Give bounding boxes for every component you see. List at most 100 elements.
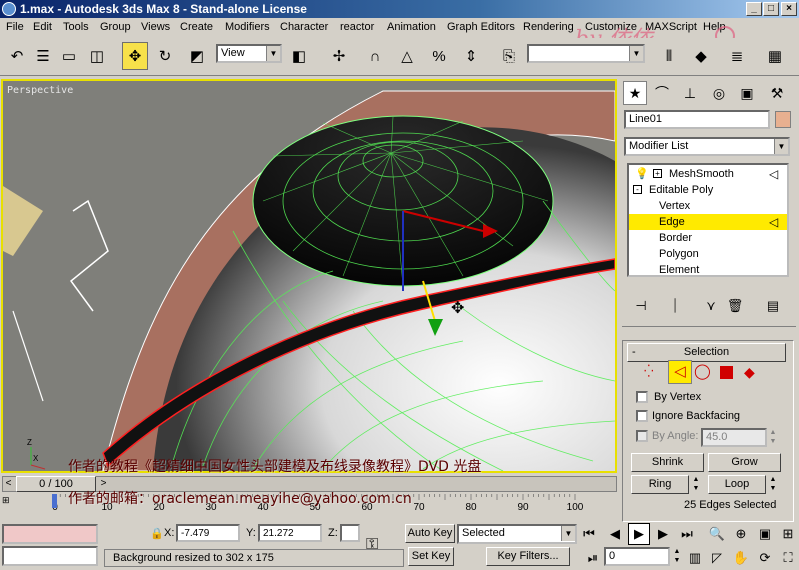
modify-tab-icon[interactable]: ⌒ xyxy=(650,81,674,105)
display-tab-icon[interactable]: ▣ xyxy=(735,81,759,105)
expand-icon[interactable]: + xyxy=(653,169,662,178)
maxscript-input[interactable] xyxy=(2,546,98,566)
y-coordinate-field[interactable]: 21.272 xyxy=(258,524,322,542)
select-and-scale-icon[interactable]: ◩ xyxy=(184,42,210,70)
align-icon[interactable]: ◆ xyxy=(688,42,714,70)
stack-item-element[interactable]: Element xyxy=(629,262,787,278)
current-frame-field[interactable]: 0 xyxy=(604,547,670,566)
go-to-end-icon[interactable]: ⏭ xyxy=(676,523,698,545)
loop-button[interactable]: Loop xyxy=(708,475,766,494)
utilities-tab-icon[interactable]: ⚒ xyxy=(765,81,789,105)
loop-spinner-icon[interactable]: ▲ ▼ xyxy=(767,475,779,494)
rectangular-selection-icon[interactable]: ▭ xyxy=(56,42,82,70)
key-filters-button[interactable]: Key Filters... xyxy=(486,547,570,566)
next-frame-icon[interactable]: ▶ xyxy=(652,523,674,545)
angle-snap-icon[interactable]: △ xyxy=(394,42,420,70)
ring-spinner-icon[interactable]: ▲ ▼ xyxy=(690,475,702,494)
menu-group[interactable]: Group xyxy=(100,21,131,33)
pin-stack-icon[interactable]: ⊣ xyxy=(630,295,652,317)
window-crossing-icon[interactable]: ◫ xyxy=(84,42,110,70)
stack-item-meshsmooth[interactable]: 💡 + MeshSmooth ◁ xyxy=(629,166,787,182)
play-icon[interactable]: ▶ xyxy=(628,523,650,545)
menu-graph-editors[interactable]: Graph Editors xyxy=(447,21,515,33)
time-configuration-icon[interactable]: ▥ xyxy=(684,547,706,569)
layer-manager-icon[interactable]: ≣ xyxy=(724,42,750,70)
menu-views[interactable]: Views xyxy=(141,21,170,33)
time-slider-thumb[interactable]: 0 / 100 xyxy=(16,476,96,492)
element-mode-icon[interactable]: ◆ xyxy=(744,364,755,381)
perspective-viewport[interactable]: ✥ Z X Perspective xyxy=(1,79,617,473)
key-mode-toggle-icon[interactable]: ⏯ xyxy=(582,547,604,569)
menu-file[interactable]: File xyxy=(6,21,24,33)
undo-icon[interactable]: ↶ xyxy=(4,42,30,70)
auto-key-button[interactable]: Auto Key xyxy=(405,524,455,543)
zoom-extents-all-icon[interactable]: ⊞ xyxy=(777,523,799,545)
by-angle-checkbox[interactable] xyxy=(636,430,648,442)
select-manipulate-icon[interactable]: ✢ xyxy=(326,42,352,70)
ring-button[interactable]: Ring xyxy=(631,475,689,494)
prev-frame-icon[interactable]: < xyxy=(2,476,15,492)
spinner-snap-icon[interactable]: ⇕ xyxy=(458,42,484,70)
border-mode-icon[interactable]: ◯ xyxy=(694,362,711,380)
z-coordinate-field[interactable] xyxy=(340,524,360,542)
pan-icon[interactable]: ✋ xyxy=(730,547,752,569)
show-end-result-icon[interactable]: ◁ xyxy=(769,166,778,182)
menu-edit[interactable]: Edit xyxy=(33,21,52,33)
zoom-extents-icon[interactable]: ▣ xyxy=(754,523,776,545)
show-end-result-toggle-icon[interactable]: ⏐ xyxy=(664,295,686,317)
reference-coordinate-dropdown[interactable]: View ▼ xyxy=(216,44,282,63)
by-angle-input[interactable]: 45.0 xyxy=(701,428,767,447)
curve-editor-icon[interactable]: ▦ xyxy=(762,42,788,70)
pivot-center-icon[interactable]: ◧ xyxy=(286,42,312,70)
by-vertex-checkbox[interactable] xyxy=(636,391,648,403)
minimize-button[interactable]: _ xyxy=(746,2,762,16)
menu-reactor[interactable]: reactor xyxy=(340,21,374,33)
polygon-mode-icon[interactable] xyxy=(720,366,733,379)
menu-animation[interactable]: Animation xyxy=(387,21,436,33)
bulb-icon[interactable]: 💡 xyxy=(635,166,649,182)
key-mode-dropdown[interactable]: Selected ▼ xyxy=(457,524,577,544)
field-of-view-icon[interactable]: ◸ xyxy=(706,547,728,569)
maximize-button[interactable]: □ xyxy=(763,2,779,16)
snap-toggle-icon[interactable]: ∩ xyxy=(362,42,388,70)
maximize-viewport-icon[interactable]: ⛶ xyxy=(777,547,799,569)
edge-mode-button[interactable]: ◁ xyxy=(668,360,692,384)
collapse-icon[interactable]: - xyxy=(633,185,642,194)
viewport-label[interactable]: Perspective xyxy=(7,85,73,96)
next-frame-icon[interactable]: > xyxy=(97,476,110,492)
go-to-start-icon[interactable]: ⏮ xyxy=(578,523,600,545)
arc-rotate-icon[interactable]: ⟳ xyxy=(754,547,776,569)
vertex-mode-icon[interactable]: ⁛ xyxy=(644,364,654,378)
viewport-scene[interactable]: ✥ Z X xyxy=(3,81,615,471)
maxscript-listener-mini[interactable] xyxy=(2,524,98,544)
previous-frame-icon[interactable]: ◀ xyxy=(604,523,626,545)
selection-rollout-header[interactable]: - Selection xyxy=(627,343,786,362)
ignore-backfacing-checkbox[interactable] xyxy=(636,410,648,422)
motion-tab-icon[interactable]: ◎ xyxy=(707,81,731,105)
frame-spinner-icon[interactable]: ▲ ▼ xyxy=(671,547,683,566)
stack-item-edge[interactable]: Edge ◁ xyxy=(629,214,787,230)
menu-character[interactable]: Character xyxy=(280,21,328,33)
x-coordinate-field[interactable]: -7.479 xyxy=(176,524,240,542)
zoom-icon[interactable]: 🔍 xyxy=(706,523,728,545)
menu-tools[interactable]: Tools xyxy=(63,21,89,33)
menu-modifiers[interactable]: Modifiers xyxy=(225,21,270,33)
grow-button[interactable]: Grow xyxy=(708,453,781,472)
edit-named-selection-icon[interactable]: ⎘ xyxy=(496,42,522,70)
object-name-field[interactable]: Line01 xyxy=(624,110,770,129)
stack-item-vertex[interactable]: Vertex xyxy=(629,198,787,214)
modifier-list-dropdown[interactable]: Modifier List ▼ xyxy=(624,137,790,156)
object-color-swatch[interactable] xyxy=(775,111,791,128)
hierarchy-tab-icon[interactable]: ⊥ xyxy=(678,81,702,105)
select-by-name-icon[interactable]: ☰ xyxy=(30,42,56,70)
remove-modifier-icon[interactable]: 🗑 xyxy=(724,295,746,317)
app-icon[interactable] xyxy=(2,2,16,16)
close-button[interactable]: × xyxy=(781,2,797,16)
configure-sets-icon[interactable]: ▤ xyxy=(762,295,784,317)
track-bar[interactable]: 0102030405060708090100 xyxy=(15,494,615,520)
lock-icon[interactable]: 🔒 xyxy=(150,527,164,540)
stack-item-border[interactable]: Border xyxy=(629,230,787,246)
angle-spinner-icon[interactable]: ▲ ▼ xyxy=(768,428,778,447)
make-unique-icon[interactable]: ⋎ xyxy=(700,295,722,317)
select-and-rotate-icon[interactable]: ↻ xyxy=(152,42,178,70)
